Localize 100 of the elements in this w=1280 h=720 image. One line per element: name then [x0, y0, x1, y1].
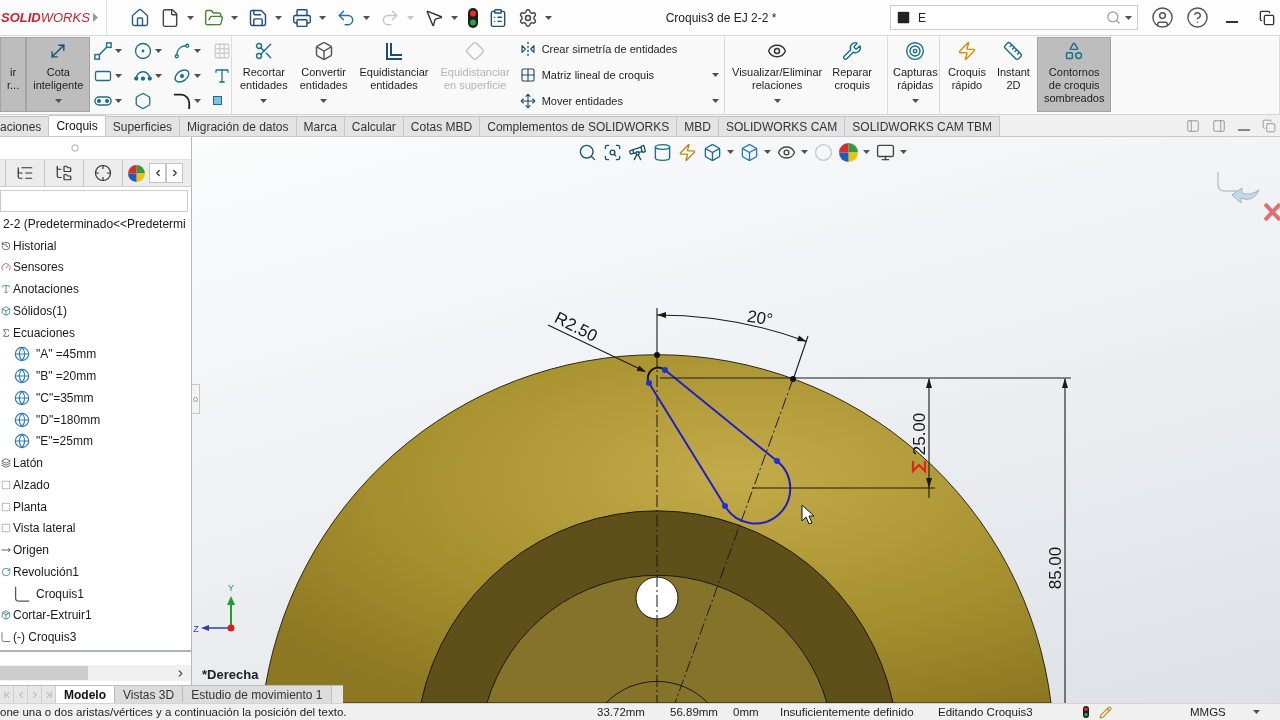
- circle-dot-icon: [134, 41, 153, 60]
- grip-dot-icon[interactable]: [71, 144, 79, 152]
- help-button[interactable]: [1184, 4, 1210, 31]
- ribbon-tab[interactable]: Cotas MBD: [403, 116, 481, 136]
- minimize-icon[interactable]: [1238, 128, 1250, 131]
- dimension-value: 85.00: [1045, 546, 1065, 590]
- tree-item[interactable]: Vista lateral: [0, 517, 191, 540]
- model-tab[interactable]: Modelo: [56, 686, 115, 703]
- caret-icon: [911, 99, 919, 103]
- ribbon-tab[interactable]: Migración de datos: [180, 116, 297, 136]
- ribbon-button[interactable]: Recortar entidades: [236, 37, 292, 112]
- ribbon-tab[interactable]: SOLIDWORKS CAM TBM: [845, 116, 1001, 136]
- tree-item[interactable]: "D"=180mm: [0, 408, 191, 431]
- crosshair-icon: [94, 164, 112, 182]
- search-field[interactable]: E: [890, 5, 1138, 30]
- tree-item[interactable]: Croquis1: [0, 582, 191, 605]
- telescope-icon: [628, 142, 647, 162]
- view-toolbar-button[interactable]: [703, 141, 734, 163]
- sketch-point: [654, 352, 660, 358]
- view-toolbar-button[interactable]: [839, 141, 870, 163]
- tree-item[interactable]: "B" =20mm: [0, 365, 191, 387]
- folder-tree-icon: [55, 164, 73, 182]
- point-icon: [213, 96, 223, 105]
- close-icon[interactable]: [1263, 201, 1280, 223]
- tree-item[interactable]: Revolución1: [0, 561, 191, 583]
- ribbon-tab[interactable]: Croquis: [49, 115, 106, 136]
- traffic-light-icon: [468, 7, 478, 28]
- dashed-square-icon: [1, 501, 11, 512]
- account-button[interactable]: [1149, 4, 1175, 31]
- caret-icon: [115, 98, 123, 103]
- caret-icon: [764, 150, 771, 154]
- sigma-icon: [1, 327, 11, 338]
- pencil-icon[interactable]: [1099, 705, 1112, 719]
- tree-item[interactable]: Alzado: [0, 474, 191, 496]
- caret-icon: [320, 99, 328, 103]
- tree-item[interactable]: 2-2 (Predeterminado<<Predetermi: [0, 213, 191, 235]
- model-tab[interactable]: Estudio de movimiento 1: [183, 686, 332, 703]
- ribbon-button[interactable]: Capturas rápidas: [889, 37, 942, 112]
- tile-left-icon[interactable]: [1186, 118, 1200, 133]
- caret-icon: [711, 73, 719, 77]
- tree-item[interactable]: Ecuaciones: [0, 321, 191, 344]
- fillet-icon: [173, 91, 192, 110]
- ribbon-tab[interactable]: Marca: [296, 116, 345, 136]
- ribbon-button[interactable]: Convertir entidades: [295, 37, 352, 112]
- panel-splitter-handle[interactable]: [192, 384, 200, 414]
- ribbon-button[interactable]: Equidistanciar entidades: [355, 37, 433, 112]
- view-toolbar-button[interactable]: [740, 141, 771, 163]
- tree-item[interactable]: Anotaciones: [0, 278, 191, 300]
- traffic-light-icon: [1083, 706, 1089, 718]
- dimension-value: 20°: [745, 306, 775, 330]
- ribbon-button[interactable]: Croquis rápido: [944, 37, 990, 112]
- scroll-right-button[interactable]: [166, 163, 183, 183]
- ribbon-button[interactable]: Visualizar/Eliminar relaciones: [728, 37, 827, 112]
- ribbon-tab[interactable]: Calcular: [344, 116, 404, 136]
- caret-icon: [900, 150, 907, 154]
- tree-item[interactable]: Planta: [0, 495, 191, 518]
- tree-item[interactable]: "C"=35mm: [0, 387, 191, 409]
- scrollbar-thumb[interactable]: [0, 666, 88, 680]
- ribbon-tab[interactable]: Complementos de SOLIDWORKS: [480, 116, 678, 136]
- ribbon-menu-item[interactable]: Matriz lineal de croquis: [517, 62, 724, 88]
- ribbon-button[interactable]: Instant 2D: [992, 37, 1034, 112]
- color-ball-icon: [839, 142, 858, 162]
- lightning-icon: [956, 41, 977, 61]
- ribbon-tab[interactable]: MBD: [677, 116, 719, 136]
- coordinate-reading: 0mm: [733, 704, 760, 720]
- folder-icon: [204, 7, 224, 28]
- scroll-left-button[interactable]: [149, 163, 166, 183]
- units-button[interactable]: MMGS: [1190, 704, 1280, 720]
- file-icon: [160, 7, 180, 28]
- tree-item[interactable]: Cortar-Extruir1: [0, 604, 191, 627]
- tree-item[interactable]: Origen: [0, 539, 191, 561]
- ribbon-menu-item[interactable]: Crear simetría de entidades: [517, 36, 724, 62]
- filter-field[interactable]: [0, 190, 188, 212]
- tile-right-icon[interactable]: [1212, 118, 1226, 133]
- tree-item[interactable]: (-) Croquis3: [0, 626, 191, 648]
- ribbon-tab[interactable]: aciones: [0, 116, 50, 136]
- tree-item[interactable]: Historial: [0, 234, 191, 257]
- hole: [635, 576, 679, 620]
- target-icon: [905, 41, 926, 61]
- horizontal-scrollbar[interactable]: [0, 665, 191, 681]
- model-tab[interactable]: Vistas 3D: [115, 686, 184, 703]
- tree-item[interactable]: "A" =45mm: [0, 343, 191, 366]
- wrench-icon: [842, 41, 863, 61]
- ribbon-tab[interactable]: SOLIDWORKS CAM: [718, 116, 846, 136]
- ribbon-menu-item[interactable]: Mover entidades: [517, 88, 724, 114]
- ribbon-button[interactable]: Contornos de croquis sombreados: [1036, 37, 1112, 112]
- ribbon-tab[interactable]: Superficies: [105, 116, 181, 136]
- ribbon-button[interactable]: Reparar croquis: [828, 37, 877, 112]
- caret-icon: [187, 15, 194, 20]
- ribbon-button[interactable]: Cota inteligente: [26, 37, 91, 112]
- tree-item[interactable]: Sólidos(1): [0, 300, 191, 322]
- caret-icon: [1253, 710, 1260, 714]
- view-toolbar-button[interactable]: [653, 141, 672, 163]
- ribbon-button[interactable]: ir r...: [0, 37, 27, 112]
- tree-item[interactable]: Sensores: [0, 256, 191, 279]
- minimize-icon: [1226, 20, 1238, 23]
- coordinate-reading: 56.89mm: [670, 704, 719, 720]
- tree-item[interactable]: Latón: [0, 452, 191, 474]
- cube-icon: [703, 142, 722, 162]
- tree-item[interactable]: "E"=25mm: [0, 430, 191, 453]
